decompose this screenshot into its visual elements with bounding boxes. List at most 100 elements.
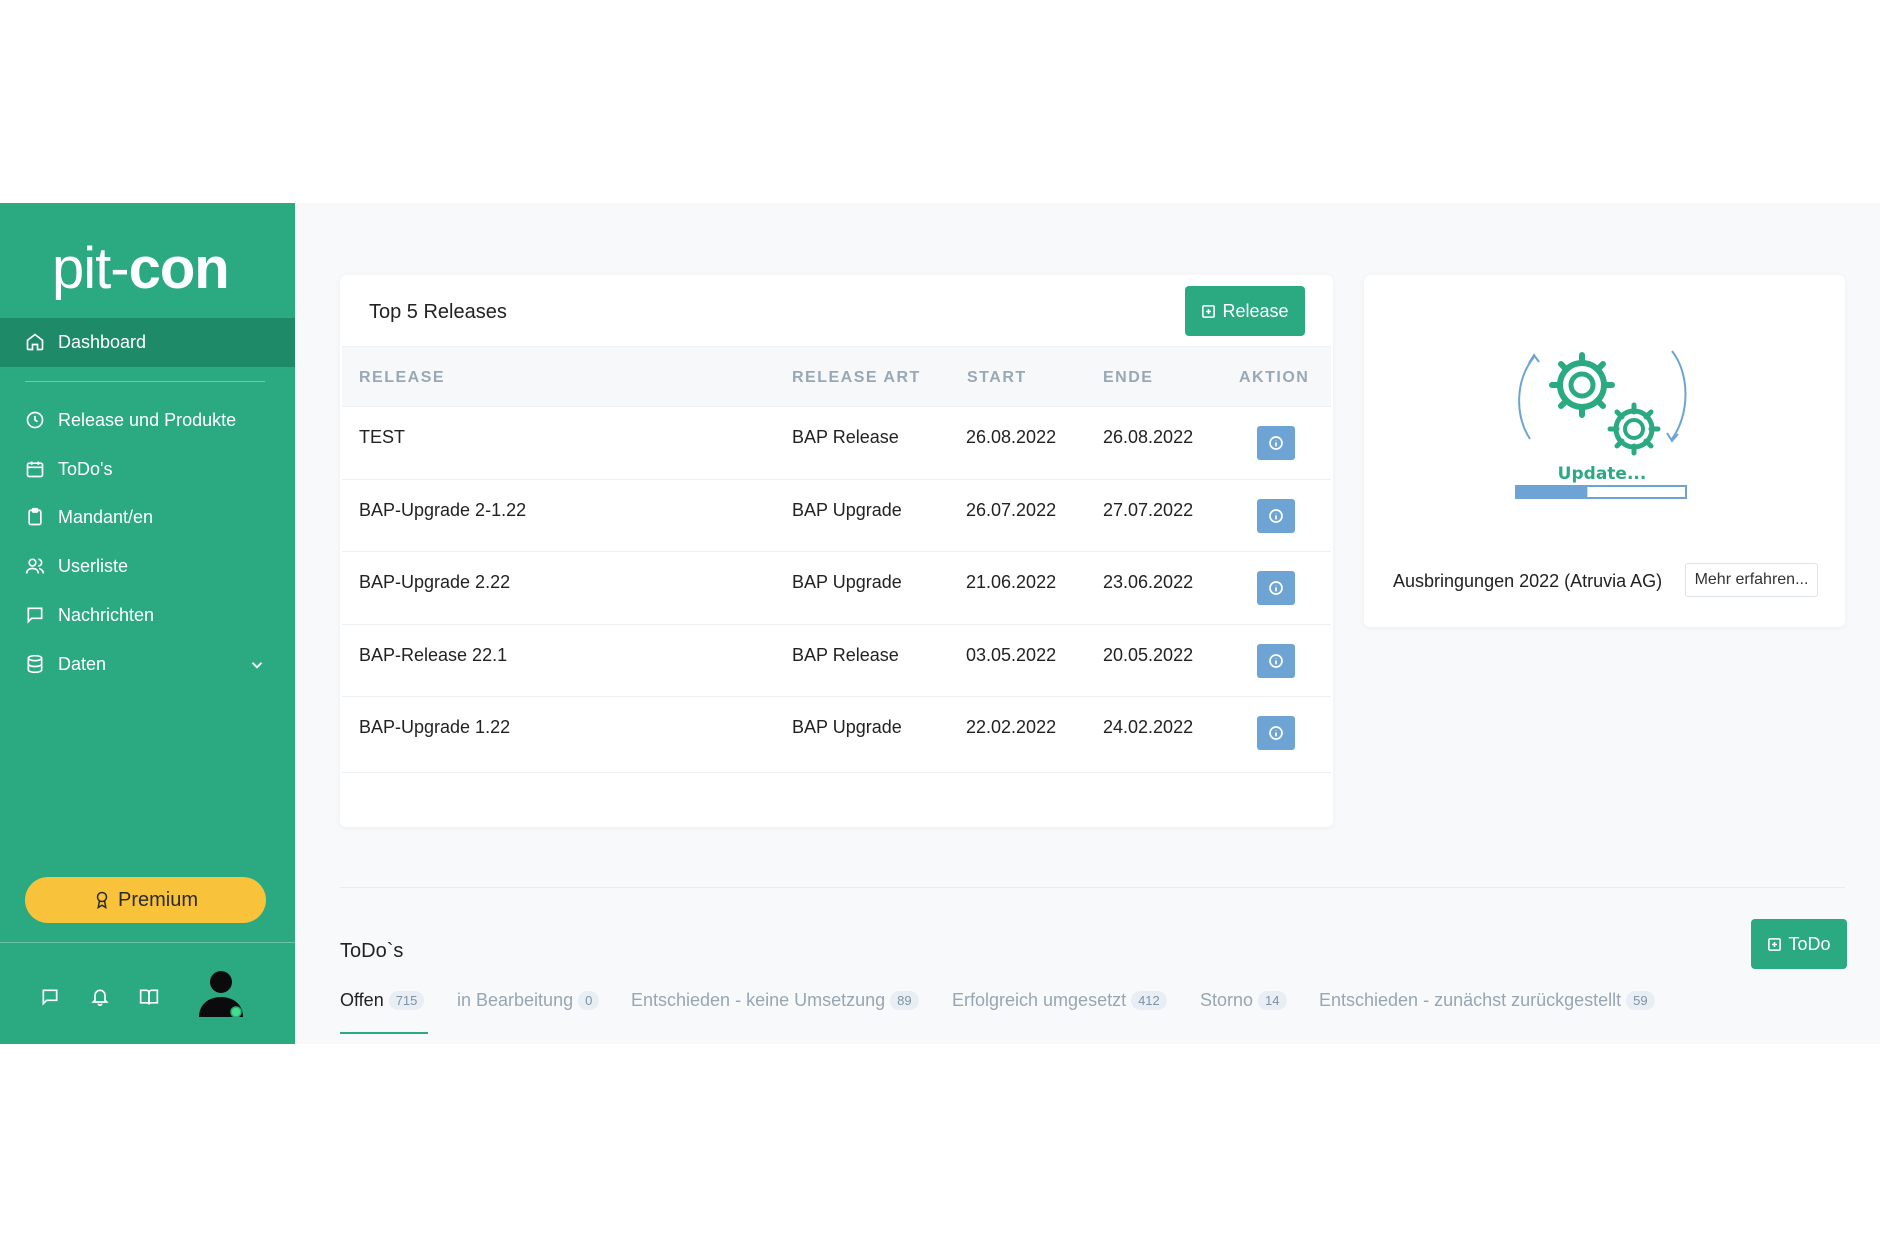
release-start: 22.02.2022 — [966, 717, 1057, 737]
sidebar-item-daten[interactable]: Daten — [25, 649, 106, 679]
release-name: BAP-Upgrade 1.22 — [359, 717, 511, 737]
release-type: BAP Release — [792, 644, 899, 665]
sidebar-item-dashboard[interactable]: Dashboard — [25, 327, 146, 357]
release-info-button[interactable] — [1257, 498, 1295, 533]
release-name: BAP-Release 22.1 — [359, 644, 508, 665]
plus-square-icon — [1768, 937, 1782, 951]
release-end: 20.05.2022 — [1103, 644, 1194, 665]
sidebar-footer-divider — [0, 942, 295, 943]
sidebar-divider — [25, 381, 265, 382]
release-name: BAP-Upgrade 2.22 — [359, 572, 511, 592]
sidebar-item-nachrichten[interactable]: Nachrichten — [25, 600, 154, 630]
tab-offen[interactable]: Offen 715 — [340, 990, 425, 1011]
book-icon[interactable] — [139, 987, 159, 1007]
update-image-label: Update... — [1558, 464, 1647, 484]
add-release-button[interactable]: Release — [1185, 286, 1305, 336]
release-end: 23.06.2022 — [1103, 572, 1194, 592]
table-row: BAP-Upgrade 1.22 BAP Upgrade 22.02.2022 … — [342, 696, 1331, 769]
info-icon — [1269, 508, 1283, 523]
active-tab-indicator — [340, 1032, 428, 1034]
release-end: 27.07.2022 — [1103, 499, 1194, 520]
tab-label: Offen — [340, 990, 384, 1010]
tab-label: in Bearbeitung — [457, 990, 574, 1010]
release-start: 26.08.2022 — [966, 427, 1057, 447]
releases-table: RELEASE RELEASE ART START ENDE AKTION TE… — [342, 346, 1331, 769]
table-row: TEST BAP Release 26.08.2022 26.08.2022 — [342, 406, 1331, 479]
releases-card: Top 5 Releases Release RELEASE RELEASE A… — [340, 275, 1333, 827]
release-start: 26.07.2022 — [966, 499, 1057, 520]
table-row: BAP-Release 22.1 BAP Release 03.05.2022 … — [342, 623, 1331, 697]
home-icon — [26, 333, 44, 351]
table-footer-divider — [342, 772, 1331, 773]
database-icon — [27, 654, 43, 674]
sidebar-item-label: Nachrichten — [58, 604, 155, 625]
tab-label: Erfolgreich umgesetzt — [952, 990, 1127, 1010]
clipboard-icon — [28, 507, 42, 526]
chat-icon[interactable] — [40, 987, 60, 1007]
info-icon — [1269, 581, 1283, 595]
premium-button[interactable]: Premium — [25, 877, 266, 923]
sidebar-item-label: Userliste — [58, 555, 129, 576]
release-type: BAP Release — [792, 427, 899, 447]
release-info-button[interactable] — [1257, 571, 1295, 605]
tab-count-badge: 715 — [388, 991, 425, 1010]
sidebar-item-label: Dashboard — [58, 331, 147, 352]
info-icon — [1269, 653, 1283, 668]
release-type: BAP Upgrade — [792, 499, 902, 520]
release-name: TEST — [359, 427, 406, 447]
column-header-start: START — [967, 369, 1027, 386]
column-header-ende: ENDE — [1103, 369, 1154, 386]
tab-count-badge: 412 — [1131, 991, 1167, 1010]
release-start: 21.06.2022 — [966, 572, 1057, 592]
release-name: BAP-Upgrade 2-1.22 — [359, 499, 527, 520]
sidebar-item-mandanten[interactable]: Mandant/en — [25, 502, 153, 532]
tab-count-badge: 0 — [578, 991, 600, 1010]
avatar[interactable] — [199, 969, 243, 1019]
release-start: 03.05.2022 — [966, 644, 1057, 665]
message-icon — [27, 607, 43, 624]
tab-storno[interactable]: Storno 14 — [1200, 990, 1287, 1011]
sidebar-item-release-und-produkte[interactable]: Release und Produkte — [25, 405, 236, 435]
todos-title: ToDo`s — [340, 940, 404, 962]
update-progress-fill — [1516, 486, 1588, 498]
tab-label: Storno — [1200, 990, 1254, 1010]
add-release-label: Release — [1222, 300, 1289, 321]
update-card: Update... Ausbringungen 2022 (Atruvia AG… — [1364, 275, 1845, 627]
brand-logo[interactable]: pit-con — [52, 235, 230, 302]
mehr-erfahren-button[interactable]: Mehr erfahren... — [1685, 563, 1818, 597]
add-todo-label: ToDo — [1788, 933, 1831, 954]
tab-entschieden-zunaechst-zurueckgestellt[interactable]: Entschieden - zunächst zurückgestellt 59 — [1319, 990, 1655, 1011]
sidebar: pit-con Dashboard Release und Produkte T… — [0, 203, 295, 1044]
add-todo-button[interactable]: ToDo — [1751, 919, 1847, 969]
tab-erfolgreich-umgesetzt[interactable]: Erfolgreich umgesetzt 412 — [952, 990, 1167, 1011]
sidebar-item-label: Release und Produkte — [58, 409, 237, 430]
tab-label: Entschieden - keine Umsetzung — [631, 990, 886, 1010]
bell-icon[interactable] — [90, 987, 110, 1007]
info-icon — [1269, 726, 1283, 740]
plus-square-icon — [1202, 304, 1216, 318]
update-card-text: Ausbringungen 2022 (Atruvia AG) — [1393, 571, 1663, 591]
calendar-icon — [26, 461, 44, 478]
section-divider — [340, 887, 1845, 888]
tab-count-badge: 89 — [890, 991, 919, 1010]
release-info-button[interactable] — [1257, 716, 1295, 750]
brand-bold: con — [128, 236, 230, 301]
tab-in-bearbeitung[interactable]: in Bearbeitung 0 — [457, 990, 600, 1011]
column-header-release: RELEASE — [359, 369, 446, 386]
sidebar-item-userliste[interactable]: Userliste — [25, 551, 128, 581]
release-type: BAP Upgrade — [792, 717, 902, 737]
app: pit-con Dashboard Release und Produkte T… — [0, 203, 1880, 1044]
release-info-button[interactable] — [1257, 643, 1295, 678]
release-end: 26.08.2022 — [1103, 427, 1194, 447]
clock-icon — [26, 411, 44, 429]
column-header-release-art: RELEASE ART — [792, 369, 921, 386]
table-row: BAP-Upgrade 2-1.22 BAP Upgrade 26.07.202… — [342, 478, 1331, 552]
column-header-aktion: AKTION — [1239, 369, 1310, 386]
sidebar-item-todos[interactable]: ToDo's — [25, 454, 112, 484]
users-icon — [25, 558, 45, 574]
chevron-down-icon[interactable] — [248, 656, 266, 674]
release-info-button[interactable] — [1257, 426, 1295, 460]
tab-entschieden-keine-umsetzung[interactable]: Entschieden - keine Umsetzung 89 — [631, 990, 919, 1011]
tab-label: Entschieden - zunächst zurückgestellt — [1319, 990, 1622, 1010]
gear-icon — [1549, 352, 1615, 418]
